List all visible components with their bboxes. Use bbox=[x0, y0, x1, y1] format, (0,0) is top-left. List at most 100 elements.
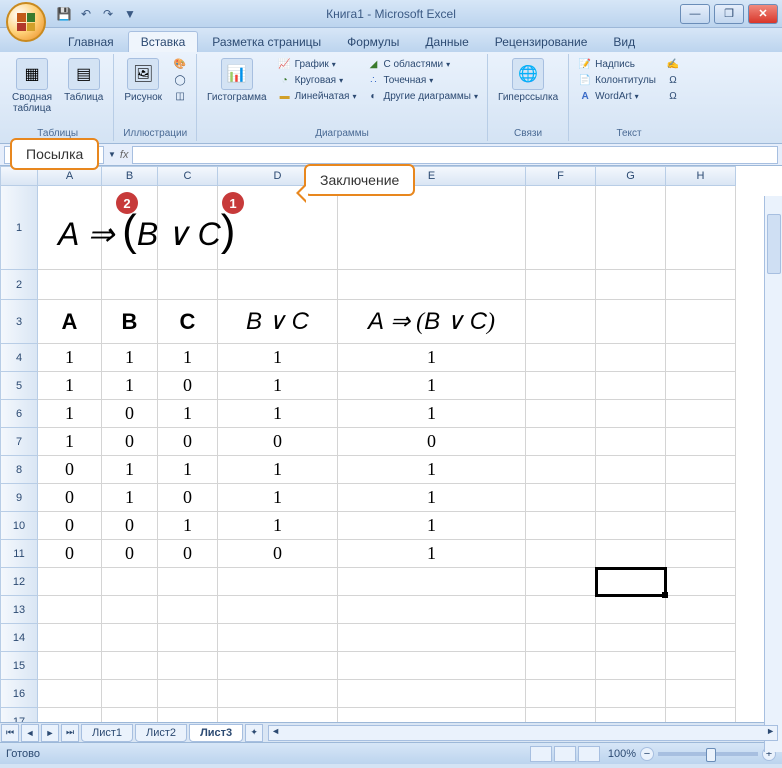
shapes-button[interactable]: ◯ bbox=[170, 72, 190, 88]
line-chart-button[interactable]: 📈График▾ bbox=[275, 56, 360, 72]
wordart-button[interactable]: AWordArt▾ bbox=[575, 88, 659, 104]
row-header-8[interactable]: 8 bbox=[0, 456, 38, 484]
cell-A11[interactable]: 0 bbox=[38, 540, 102, 568]
cell-G2[interactable] bbox=[596, 270, 666, 300]
cell-E7[interactable]: 0 bbox=[338, 428, 526, 456]
cell-C6[interactable]: 1 bbox=[158, 400, 218, 428]
cell-F2[interactable] bbox=[526, 270, 596, 300]
cell-B5[interactable]: 1 bbox=[102, 372, 158, 400]
cell-G8[interactable] bbox=[596, 456, 666, 484]
tab-insert[interactable]: Вставка bbox=[128, 31, 199, 52]
tab-home[interactable]: Главная bbox=[56, 32, 126, 52]
cell-B8[interactable]: 1 bbox=[102, 456, 158, 484]
cell-D3[interactable]: B ∨ C bbox=[218, 300, 338, 344]
worksheet[interactable]: ABCDEFGH123ABCB ∨ CA ⇒ (B ∨ C)4111115110… bbox=[0, 166, 782, 722]
row-header-9[interactable]: 9 bbox=[0, 484, 38, 512]
cell-H12[interactable] bbox=[666, 568, 736, 596]
cell-E6[interactable]: 1 bbox=[338, 400, 526, 428]
cell-F10[interactable] bbox=[526, 512, 596, 540]
qat-dropdown-icon[interactable]: ▼ bbox=[122, 6, 138, 22]
cell-G3[interactable] bbox=[596, 300, 666, 344]
row-header-12[interactable]: 12 bbox=[0, 568, 38, 596]
cell-F7[interactable] bbox=[526, 428, 596, 456]
sheet-tab-1[interactable]: Лист1 bbox=[81, 724, 133, 742]
row-header-4[interactable]: 4 bbox=[0, 344, 38, 372]
column-header-H[interactable]: H bbox=[666, 166, 736, 186]
cell-H8[interactable] bbox=[666, 456, 736, 484]
cell-H3[interactable] bbox=[666, 300, 736, 344]
tab-review[interactable]: Рецензирование bbox=[483, 32, 600, 52]
cell-E2[interactable] bbox=[338, 270, 526, 300]
table-button[interactable]: ▤Таблица bbox=[60, 56, 107, 105]
histogram-button[interactable]: 📊Гистограмма bbox=[203, 56, 271, 105]
cell-B17[interactable] bbox=[102, 708, 158, 722]
cell-G1[interactable] bbox=[596, 186, 666, 270]
save-icon[interactable]: 💾 bbox=[56, 6, 72, 22]
row-header-15[interactable]: 15 bbox=[0, 652, 38, 680]
cell-D5[interactable]: 1 bbox=[218, 372, 338, 400]
row-header-17[interactable]: 17 bbox=[0, 708, 38, 722]
last-sheet-button[interactable]: ⏭ bbox=[61, 724, 79, 742]
cell-H16[interactable] bbox=[666, 680, 736, 708]
cell-D13[interactable] bbox=[218, 596, 338, 624]
cell-G16[interactable] bbox=[596, 680, 666, 708]
undo-icon[interactable]: ↶ bbox=[78, 6, 94, 22]
cell-G4[interactable] bbox=[596, 344, 666, 372]
cell-C17[interactable] bbox=[158, 708, 218, 722]
cell-E4[interactable]: 1 bbox=[338, 344, 526, 372]
cell-B15[interactable] bbox=[102, 652, 158, 680]
cell-E14[interactable] bbox=[338, 624, 526, 652]
cell-F1[interactable] bbox=[526, 186, 596, 270]
cell-C14[interactable] bbox=[158, 624, 218, 652]
cell-A7[interactable]: 1 bbox=[38, 428, 102, 456]
scatter-chart-button[interactable]: ∴Точечная▾ bbox=[363, 72, 481, 88]
cell-E15[interactable] bbox=[338, 652, 526, 680]
clipart-button[interactable]: 🎨 bbox=[170, 56, 190, 72]
row-header-1[interactable]: 1 bbox=[0, 186, 38, 270]
cell-F8[interactable] bbox=[526, 456, 596, 484]
symbol-button[interactable]: Ω bbox=[663, 88, 683, 104]
tab-formulas[interactable]: Формулы bbox=[335, 32, 411, 52]
cell-E16[interactable] bbox=[338, 680, 526, 708]
cell-B7[interactable]: 0 bbox=[102, 428, 158, 456]
cell-H11[interactable] bbox=[666, 540, 736, 568]
cell-H14[interactable] bbox=[666, 624, 736, 652]
area-chart-button[interactable]: ◢С областями▾ bbox=[363, 56, 481, 72]
other-charts-button[interactable]: ◐Другие диаграммы▾ bbox=[363, 88, 481, 104]
cell-F15[interactable] bbox=[526, 652, 596, 680]
cell-D7[interactable]: 0 bbox=[218, 428, 338, 456]
tab-pagelayout[interactable]: Разметка страницы bbox=[200, 32, 333, 52]
cell-G10[interactable] bbox=[596, 512, 666, 540]
fx-icon[interactable]: fx bbox=[120, 149, 129, 161]
cell-G7[interactable] bbox=[596, 428, 666, 456]
office-button[interactable] bbox=[6, 2, 46, 42]
cell-A6[interactable]: 1 bbox=[38, 400, 102, 428]
cell-F4[interactable] bbox=[526, 344, 596, 372]
cell-F9[interactable] bbox=[526, 484, 596, 512]
cell-A15[interactable] bbox=[38, 652, 102, 680]
pie-chart-button[interactable]: ◔Круговая▾ bbox=[275, 72, 360, 88]
cell-D6[interactable]: 1 bbox=[218, 400, 338, 428]
zoom-out-button[interactable]: − bbox=[640, 747, 654, 761]
cell-A13[interactable] bbox=[38, 596, 102, 624]
sheet-tab-3[interactable]: Лист3 bbox=[189, 724, 243, 742]
row-header-3[interactable]: 3 bbox=[0, 300, 38, 344]
cell-H7[interactable] bbox=[666, 428, 736, 456]
hyperlink-button[interactable]: 🌐Гиперссылка bbox=[494, 56, 562, 105]
cell-H6[interactable] bbox=[666, 400, 736, 428]
cell-G11[interactable] bbox=[596, 540, 666, 568]
prev-sheet-button[interactable]: ◄ bbox=[21, 724, 39, 742]
cell-C5[interactable]: 0 bbox=[158, 372, 218, 400]
close-button[interactable]: ✕ bbox=[748, 4, 778, 24]
cell-E10[interactable]: 1 bbox=[338, 512, 526, 540]
cell-D16[interactable] bbox=[218, 680, 338, 708]
cell-B11[interactable]: 0 bbox=[102, 540, 158, 568]
cell-H17[interactable] bbox=[666, 708, 736, 722]
signature-button[interactable]: ✍ bbox=[663, 56, 683, 72]
cell-B3[interactable]: B bbox=[102, 300, 158, 344]
cell-C3[interactable]: C bbox=[158, 300, 218, 344]
cell-A4[interactable]: 1 bbox=[38, 344, 102, 372]
cell-A10[interactable]: 0 bbox=[38, 512, 102, 540]
cell-A8[interactable]: 0 bbox=[38, 456, 102, 484]
cell-B2[interactable] bbox=[102, 270, 158, 300]
